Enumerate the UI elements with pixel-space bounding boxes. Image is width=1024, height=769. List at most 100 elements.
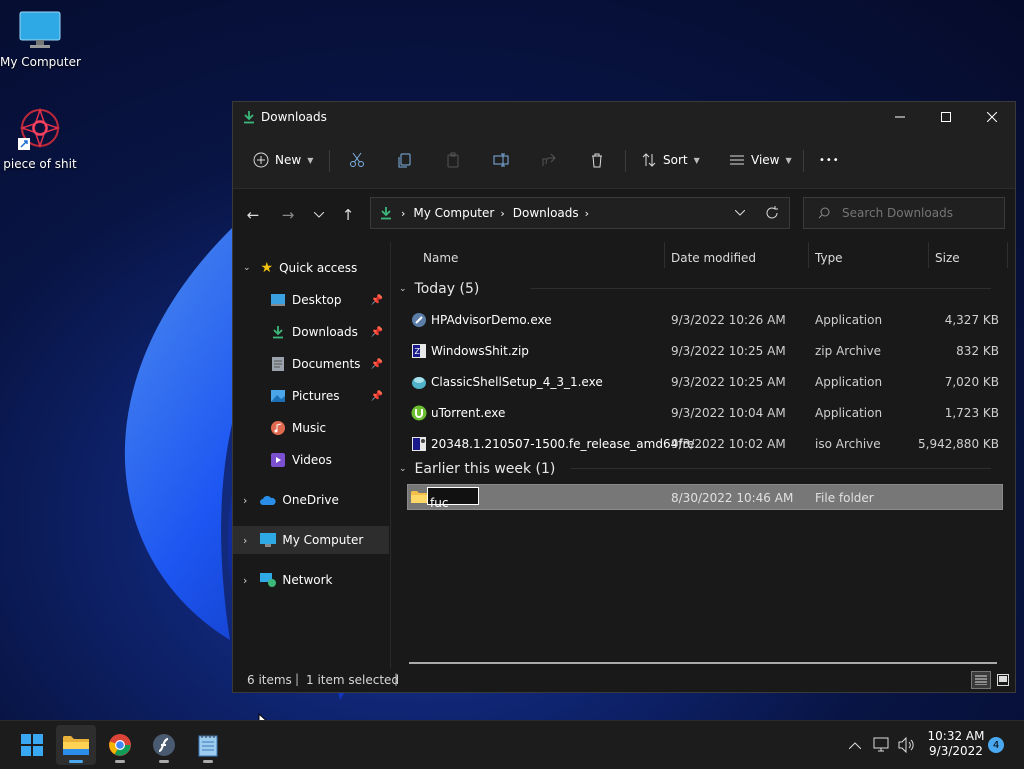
file-row[interactable]: uTorrent.exe 9/3/2022 10:04 AM Applicati…: [407, 399, 1003, 427]
chevron-right-icon[interactable]: ›: [243, 574, 247, 587]
taskbar-flash-player[interactable]: [144, 725, 184, 765]
minimize-button[interactable]: [877, 102, 923, 132]
file-name: WindowsShit.zip: [431, 344, 529, 358]
plus-circle-icon: [253, 152, 269, 168]
taskbar-chrome[interactable]: [100, 725, 140, 765]
more-options-button[interactable]: •••: [819, 144, 840, 176]
desktop-icon-my-computer[interactable]: My Computer: [0, 10, 81, 69]
delete-button[interactable]: [589, 144, 605, 176]
file-name: fuc: [430, 496, 449, 510]
file-name: uTorrent.exe: [431, 406, 506, 420]
file-explorer-window: Downloads New ▼ Sort ▼ View ▼ ••• ← → ↑ …: [232, 101, 1016, 693]
sort-button[interactable]: Sort ▼: [641, 144, 700, 176]
close-button[interactable]: [969, 102, 1015, 132]
column-header-type[interactable]: Type: [815, 242, 843, 274]
shortcut-icon: [18, 107, 61, 150]
download-icon: [244, 111, 254, 124]
sidebar-item-network[interactable]: › Network: [233, 566, 389, 594]
group-header-earlier-this-week[interactable]: ⌄ Earlier this week (1): [399, 458, 999, 480]
file-row-selected[interactable]: fuc 8/30/2022 10:46 AM File folder: [407, 484, 1003, 510]
share-button[interactable]: [541, 144, 557, 176]
sidebar-item-label: Documents: [292, 357, 361, 371]
chevron-down-icon: ⌄: [399, 284, 407, 294]
picture-icon: [271, 390, 285, 402]
search-input[interactable]: [840, 205, 1004, 221]
view-button[interactable]: View ▼: [729, 144, 792, 176]
sidebar-item-music[interactable]: Music: [233, 414, 389, 442]
horizontal-scrollbar[interactable]: [409, 662, 997, 664]
refresh-icon[interactable]: [765, 206, 779, 220]
paste-button[interactable]: [445, 144, 461, 176]
sidebar-item-videos[interactable]: Videos: [233, 446, 389, 474]
close-icon: [987, 112, 997, 122]
chevron-right-icon[interactable]: ›: [243, 494, 247, 507]
navigation-row: ← → ↑ › My Computer › Downloads ›: [233, 189, 1015, 241]
chevron-down-icon[interactable]: [735, 210, 745, 216]
notification-badge[interactable]: 4: [988, 737, 1004, 753]
pin-icon[interactable]: 📌: [371, 295, 383, 306]
chevron-down-icon: ⌄: [399, 464, 407, 474]
file-row[interactable]: 20348.1.210507-1500.fe_release_amd64fre.…: [407, 430, 1003, 458]
preview-icon: [997, 674, 1009, 686]
maximize-button[interactable]: [923, 102, 969, 132]
running-indicator: [203, 760, 213, 763]
minimize-icon: [895, 116, 905, 118]
new-button[interactable]: New ▼: [253, 144, 313, 176]
address-bar[interactable]: › My Computer › Downloads ›: [370, 197, 790, 229]
column-header-name[interactable]: Name: [423, 242, 458, 274]
utorrent-icon: [411, 405, 427, 421]
start-button[interactable]: [12, 725, 52, 765]
pin-icon[interactable]: 📌: [371, 359, 383, 370]
rename-button[interactable]: [493, 144, 509, 176]
iso-archive-icon: [412, 437, 426, 451]
sidebar-item-pictures[interactable]: Pictures 📌: [233, 382, 389, 410]
sidebar-item-my-computer[interactable]: › My Computer: [233, 526, 389, 554]
share-icon: [542, 153, 556, 166]
copy-button[interactable]: [397, 144, 413, 176]
desktop-icon-shortcut[interactable]: piece of shit: [0, 106, 80, 171]
column-header-size[interactable]: Size: [935, 242, 960, 274]
search-box[interactable]: [803, 197, 1005, 229]
title-bar[interactable]: Downloads: [233, 102, 1015, 132]
details-view-button[interactable]: [971, 671, 991, 689]
star-icon: ★: [260, 260, 274, 276]
forward-button[interactable]: →: [276, 203, 300, 227]
clock[interactable]: 10:32 AM 9/3/2022: [924, 729, 988, 759]
chevron-right-icon: ›: [500, 206, 505, 220]
sidebar-item-downloads[interactable]: Downloads 📌: [233, 318, 389, 346]
rename-field[interactable]: fuc: [427, 487, 479, 510]
taskbar-notepad[interactable]: [188, 725, 228, 765]
file-row[interactable]: HPAdvisorDemo.exe 9/3/2022 10:26 AM Appl…: [407, 306, 1003, 334]
pin-icon[interactable]: 📌: [371, 327, 383, 338]
recent-locations-button[interactable]: [307, 203, 331, 227]
sidebar-item-documents[interactable]: Documents 📌: [233, 350, 389, 378]
taskbar-file-explorer[interactable]: [56, 725, 96, 765]
volume-button[interactable]: [897, 735, 917, 755]
cloud-icon: [260, 495, 277, 505]
sidebar-item-onedrive[interactable]: › OneDrive: [233, 486, 389, 514]
file-size: 832 KB: [956, 344, 999, 358]
sidebar-item-desktop[interactable]: Desktop 📌: [233, 286, 389, 314]
file-row[interactable]: ClassicShellSetup_4_3_1.exe 9/3/2022 10:…: [407, 368, 1003, 396]
chevron-down-icon[interactable]: ⌄: [243, 263, 251, 273]
group-header-today[interactable]: ⌄ Today (5): [399, 278, 999, 300]
show-hidden-icons-button[interactable]: [845, 735, 865, 755]
up-button[interactable]: ↑: [336, 203, 360, 227]
sidebar-item-label: My Computer: [282, 533, 364, 547]
breadcrumb-my-computer[interactable]: My Computer: [413, 206, 494, 220]
music-icon: [271, 421, 285, 435]
pin-icon[interactable]: 📌: [371, 391, 383, 402]
back-button[interactable]: ←: [241, 203, 265, 227]
cut-button[interactable]: [349, 144, 365, 176]
large-icons-view-button[interactable]: [994, 671, 1012, 689]
file-row[interactable]: Z WindowsShit.zip 9/3/2022 10:25 AM zip …: [407, 337, 1003, 365]
sidebar-item-quick-access[interactable]: ⌄ ★ Quick access: [233, 254, 389, 282]
file-name: 20348.1.210507-1500.fe_release_amd64fre.…: [431, 437, 706, 451]
chevron-right-icon[interactable]: ›: [243, 534, 247, 547]
file-type: File folder: [815, 491, 874, 505]
file-date: 9/3/2022 10:26 AM: [671, 313, 786, 327]
breadcrumb-downloads[interactable]: Downloads: [513, 206, 579, 220]
network-status-button[interactable]: [872, 735, 892, 755]
column-header-date[interactable]: Date modified: [671, 242, 756, 274]
file-type: iso Archive: [815, 437, 881, 451]
